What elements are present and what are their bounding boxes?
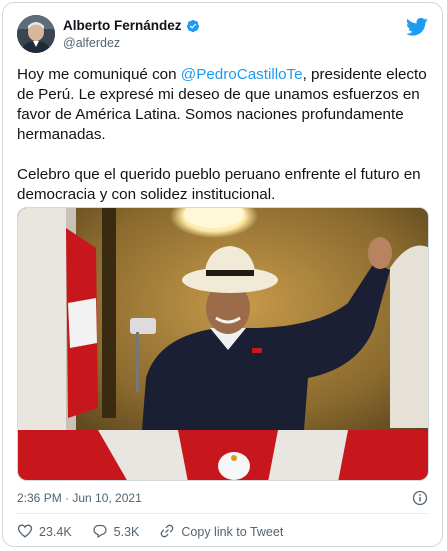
heart-icon [17, 523, 33, 542]
tweet-card: Alberto Fernández @alferdez Hoy me comun… [2, 2, 443, 547]
info-icon[interactable] [412, 490, 428, 506]
reply-icon [92, 523, 108, 542]
like-button[interactable]: 23.4K [17, 523, 72, 542]
link-icon [159, 523, 175, 542]
tweet-actions: 23.4K 5.3K Copy link to Tweet [17, 521, 428, 543]
copy-link-label: Copy link to Tweet [181, 525, 284, 539]
author-name[interactable]: Alberto Fernández [63, 18, 182, 33]
avatar[interactable] [17, 15, 55, 53]
tweet-meta: 2:36 PM · Jun 10, 2021 [17, 490, 428, 507]
tweet-paragraph-1: Hoy me comuniqué con @PedroCastilloTe, p… [17, 65, 427, 145]
author-block: Alberto Fernández @alferdez [63, 18, 200, 50]
tweet-text-prefix: Hoy me comuniqué con [17, 66, 181, 83]
mention-link[interactable]: @PedroCastilloTe [181, 66, 303, 83]
tweet-photo[interactable] [17, 207, 429, 481]
reply-button[interactable]: 5.3K [92, 523, 140, 542]
tweet-text: Hoy me comuniqué con @PedroCastilloTe, p… [17, 65, 427, 205]
tweet-paragraph-2: Celebro que el querido pueblo peruano en… [17, 166, 421, 203]
reply-count: 5.3K [113, 525, 140, 539]
tweet-header: Alberto Fernández @alferdez [17, 15, 428, 57]
divider [17, 513, 428, 514]
author-handle[interactable]: @alferdez [63, 36, 200, 50]
verified-badge-icon [186, 19, 200, 33]
twitter-bird-icon[interactable] [406, 17, 428, 37]
like-count: 23.4K [39, 525, 72, 539]
copy-link-button[interactable]: Copy link to Tweet [159, 523, 283, 542]
timestamp[interactable]: 2:36 PM · Jun 10, 2021 [17, 491, 142, 505]
